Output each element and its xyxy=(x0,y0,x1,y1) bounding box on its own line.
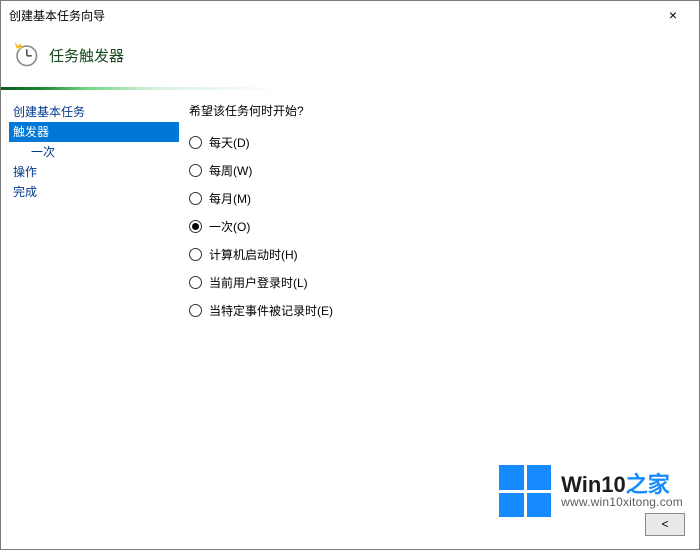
trigger-option[interactable]: 一次(O) xyxy=(189,217,685,235)
wizard-header: 任务触发器 xyxy=(1,29,699,87)
window-title: 创建基本任务向导 xyxy=(9,7,653,24)
back-button[interactable]: < xyxy=(645,513,685,536)
trigger-option[interactable]: 计算机启动时(H) xyxy=(189,245,685,263)
sidebar-step[interactable]: 创建基本任务 xyxy=(9,102,179,122)
trigger-radio-group: 每天(D) 每周(W) 每月(M) 一次(O) 计算机启动时(H) 当前用户登录时(L) 当… xyxy=(189,129,685,319)
trigger-option[interactable]: 当特定事件被记录时(E) xyxy=(189,301,685,319)
radio-label: 一次(O) xyxy=(209,218,250,235)
trigger-prompt: 希望该任务何时开始? xyxy=(189,102,685,119)
radio-label: 当特定事件被记录时(E) xyxy=(209,302,333,319)
radio-icon[interactable] xyxy=(189,220,202,233)
trigger-option[interactable]: 当前用户登录时(L) xyxy=(189,273,685,291)
wizard-content: 希望该任务何时开始? 每天(D) 每周(W) 每月(M) 一次(O) 计算机启动时(H)… xyxy=(179,102,699,509)
radio-label: 当前用户登录时(L) xyxy=(209,274,308,291)
wizard-button-row: < xyxy=(1,509,699,549)
trigger-option[interactable]: 每天(D) xyxy=(189,133,685,151)
radio-icon[interactable] xyxy=(189,248,202,261)
sidebar-step[interactable]: 触发器 xyxy=(9,122,179,142)
titlebar: 创建基本任务向导 × xyxy=(1,1,699,29)
trigger-option[interactable]: 每周(W) xyxy=(189,161,685,179)
sidebar-step[interactable]: 完成 xyxy=(9,182,179,202)
wizard-window: 创建基本任务向导 × 任务触发器 创建基本任务触发器一次操作完成 希望该任务何时… xyxy=(0,0,700,550)
radio-icon[interactable] xyxy=(189,304,202,317)
trigger-option[interactable]: 每月(M) xyxy=(189,189,685,207)
radio-icon[interactable] xyxy=(189,276,202,289)
wizard-heading: 任务触发器 xyxy=(49,45,124,66)
radio-label: 每月(M) xyxy=(209,190,251,207)
close-button[interactable]: × xyxy=(653,4,693,26)
clock-new-icon xyxy=(13,42,39,68)
wizard-steps-sidebar: 创建基本任务触发器一次操作完成 xyxy=(1,102,179,509)
sidebar-step[interactable]: 操作 xyxy=(9,162,179,182)
radio-label: 计算机启动时(H) xyxy=(209,246,298,263)
radio-icon[interactable] xyxy=(189,136,202,149)
sidebar-step[interactable]: 一次 xyxy=(9,142,179,162)
radio-label: 每周(W) xyxy=(209,162,252,179)
radio-icon[interactable] xyxy=(189,192,202,205)
radio-icon[interactable] xyxy=(189,164,202,177)
wizard-body: 创建基本任务触发器一次操作完成 希望该任务何时开始? 每天(D) 每周(W) 每月(… xyxy=(1,90,699,509)
radio-label: 每天(D) xyxy=(209,134,250,151)
